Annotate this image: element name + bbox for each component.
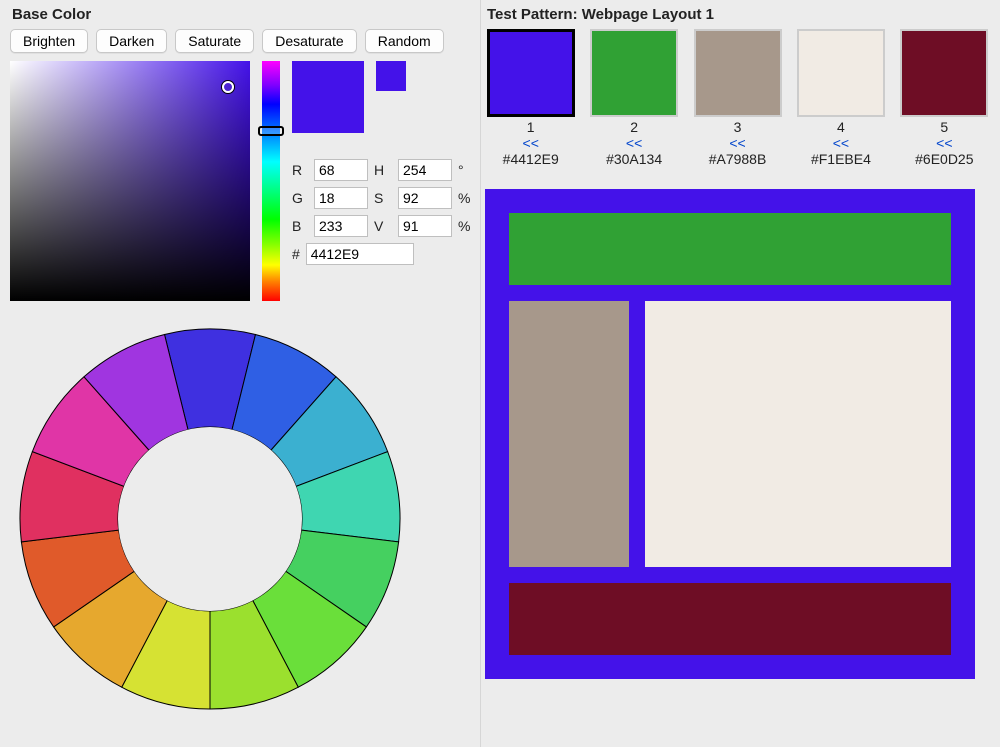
desaturate-button[interactable]: Desaturate — [262, 29, 356, 53]
label-g: G — [292, 190, 308, 206]
sv-cursor-icon — [222, 81, 234, 93]
random-button[interactable]: Random — [365, 29, 444, 53]
palette-number: 3 — [692, 119, 783, 135]
small-swatch — [376, 61, 406, 91]
palette-swatch-4[interactable] — [797, 29, 885, 117]
saturate-button[interactable]: Saturate — [175, 29, 254, 53]
palette-hex: #4412E9 — [485, 151, 576, 167]
darken-button[interactable]: Darken — [96, 29, 167, 53]
palette-apply-link[interactable]: << — [899, 135, 990, 151]
right-panel: Test Pattern: Webpage Layout 1 1<<#4412E… — [480, 0, 1000, 747]
label-r: R — [292, 162, 308, 178]
palette-item-1: 1<<#4412E9 — [485, 29, 576, 167]
label-b: B — [292, 218, 308, 234]
palette-hex: #A7988B — [692, 151, 783, 167]
palette-apply-link[interactable]: << — [795, 135, 886, 151]
layout-preview — [485, 189, 975, 679]
app-root: Base Color Brighten Darken Saturate Desa… — [0, 0, 1000, 747]
input-b[interactable] — [314, 215, 368, 237]
palette-swatch-3[interactable] — [694, 29, 782, 117]
layout-footer — [509, 583, 951, 655]
palette-hex: #30A134 — [588, 151, 679, 167]
unit-pct1: % — [458, 190, 474, 206]
value-grid: R H ° G S % B V % # — [292, 159, 462, 265]
palette-item-2: 2<<#30A134 — [588, 29, 679, 167]
palette-swatch-1[interactable] — [487, 29, 575, 117]
palette-row: 1<<#4412E92<<#30A1343<<#A7988B4<<#F1EBE4… — [485, 29, 990, 167]
unit-pct2: % — [458, 218, 474, 234]
palette-apply-link[interactable]: << — [692, 135, 783, 151]
palette-hex: #F1EBE4 — [795, 151, 886, 167]
main-swatch — [292, 61, 364, 133]
color-wheel[interactable] — [10, 319, 410, 719]
color-wheel-svg — [10, 319, 410, 719]
palette-number: 4 — [795, 119, 886, 135]
palette-item-3: 3<<#A7988B — [692, 29, 783, 167]
input-r[interactable] — [314, 159, 368, 181]
layout-main — [645, 301, 951, 567]
label-hash: # — [292, 246, 300, 262]
left-panel: Base Color Brighten Darken Saturate Desa… — [0, 0, 480, 747]
palette-swatch-5[interactable] — [900, 29, 988, 117]
palette-item-5: 5<<#6E0D25 — [899, 29, 990, 167]
brighten-button[interactable]: Brighten — [10, 29, 88, 53]
swatch-row — [292, 61, 462, 133]
hue-thumb-icon — [258, 126, 284, 136]
palette-apply-link[interactable]: << — [588, 135, 679, 151]
unit-deg: ° — [458, 162, 474, 178]
input-hex[interactable] — [306, 243, 414, 265]
palette-item-4: 4<<#F1EBE4 — [795, 29, 886, 167]
label-v: V — [374, 218, 392, 234]
label-h: H — [374, 162, 392, 178]
label-s: S — [374, 190, 392, 206]
input-g[interactable] — [314, 187, 368, 209]
layout-inner — [509, 213, 951, 655]
adjust-buttons: Brighten Darken Saturate Desaturate Rand… — [10, 29, 470, 53]
swatches-column: R H ° G S % B V % # — [292, 61, 462, 265]
base-color-title: Base Color — [12, 6, 470, 23]
test-pattern-title: Test Pattern: Webpage Layout 1 — [487, 6, 990, 23]
hue-slider[interactable] — [262, 61, 280, 301]
layout-sidebar — [509, 301, 629, 567]
saturation-value-picker[interactable] — [10, 61, 250, 301]
palette-number: 5 — [899, 119, 990, 135]
palette-number: 1 — [485, 119, 576, 135]
input-s[interactable] — [398, 187, 452, 209]
input-h[interactable] — [398, 159, 452, 181]
picker-row: R H ° G S % B V % # — [10, 61, 470, 301]
layout-header — [509, 213, 951, 285]
palette-hex: #6E0D25 — [899, 151, 990, 167]
layout-mid — [509, 301, 951, 567]
input-v[interactable] — [398, 215, 452, 237]
palette-apply-link[interactable]: << — [485, 135, 576, 151]
palette-number: 2 — [588, 119, 679, 135]
palette-swatch-2[interactable] — [590, 29, 678, 117]
